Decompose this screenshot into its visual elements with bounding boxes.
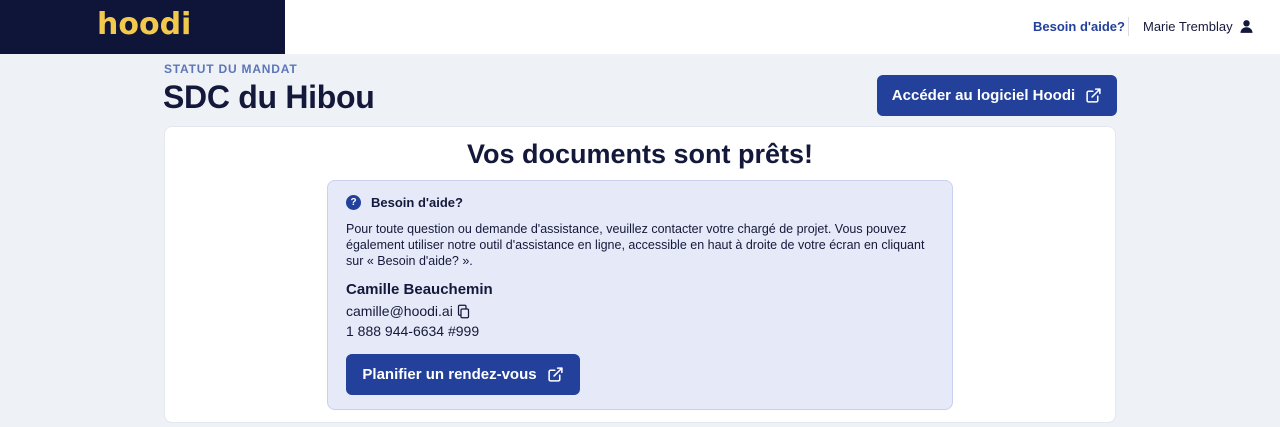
external-link-icon: [547, 367, 563, 382]
question-icon: ?: [346, 195, 361, 210]
person-icon[interactable]: [1238, 18, 1255, 35]
schedule-appointment-label: Planifier un rendez-vous: [362, 366, 537, 383]
access-software-label: Accéder au logiciel Hoodi: [891, 87, 1076, 104]
top-bar: hoodi Besoin d'aide? Marie Tremblay: [0, 0, 1280, 54]
help-link[interactable]: Besoin d'aide?: [1033, 19, 1125, 35]
contact-phone: 1 888 944-6634 #999: [346, 323, 480, 339]
contact-email: camille@hoodi.ai: [346, 303, 453, 319]
header-divider: [1128, 17, 1129, 36]
page-title: SDC du Hibou: [163, 79, 375, 115]
access-software-button[interactable]: Accéder au logiciel Hoodi: [877, 75, 1117, 116]
user-name[interactable]: Marie Tremblay: [1143, 19, 1233, 35]
hoodi-logo[interactable]: hoodi: [97, 7, 191, 43]
help-box-title: Besoin d'aide?: [371, 195, 463, 210]
status-label: STATUT DU MANDAT: [164, 62, 298, 76]
documents-ready-title: Vos documents sont prêts!: [466, 139, 814, 169]
help-box-text: Pour toute question ou demande d'assista…: [346, 222, 925, 268]
external-link-icon: [1086, 88, 1101, 103]
logo-block[interactable]: hoodi: [0, 0, 285, 54]
contact-name: Camille Beauchemin: [346, 281, 493, 298]
copy-icon[interactable]: [456, 304, 471, 319]
schedule-appointment-button[interactable]: Planifier un rendez-vous: [346, 354, 580, 395]
